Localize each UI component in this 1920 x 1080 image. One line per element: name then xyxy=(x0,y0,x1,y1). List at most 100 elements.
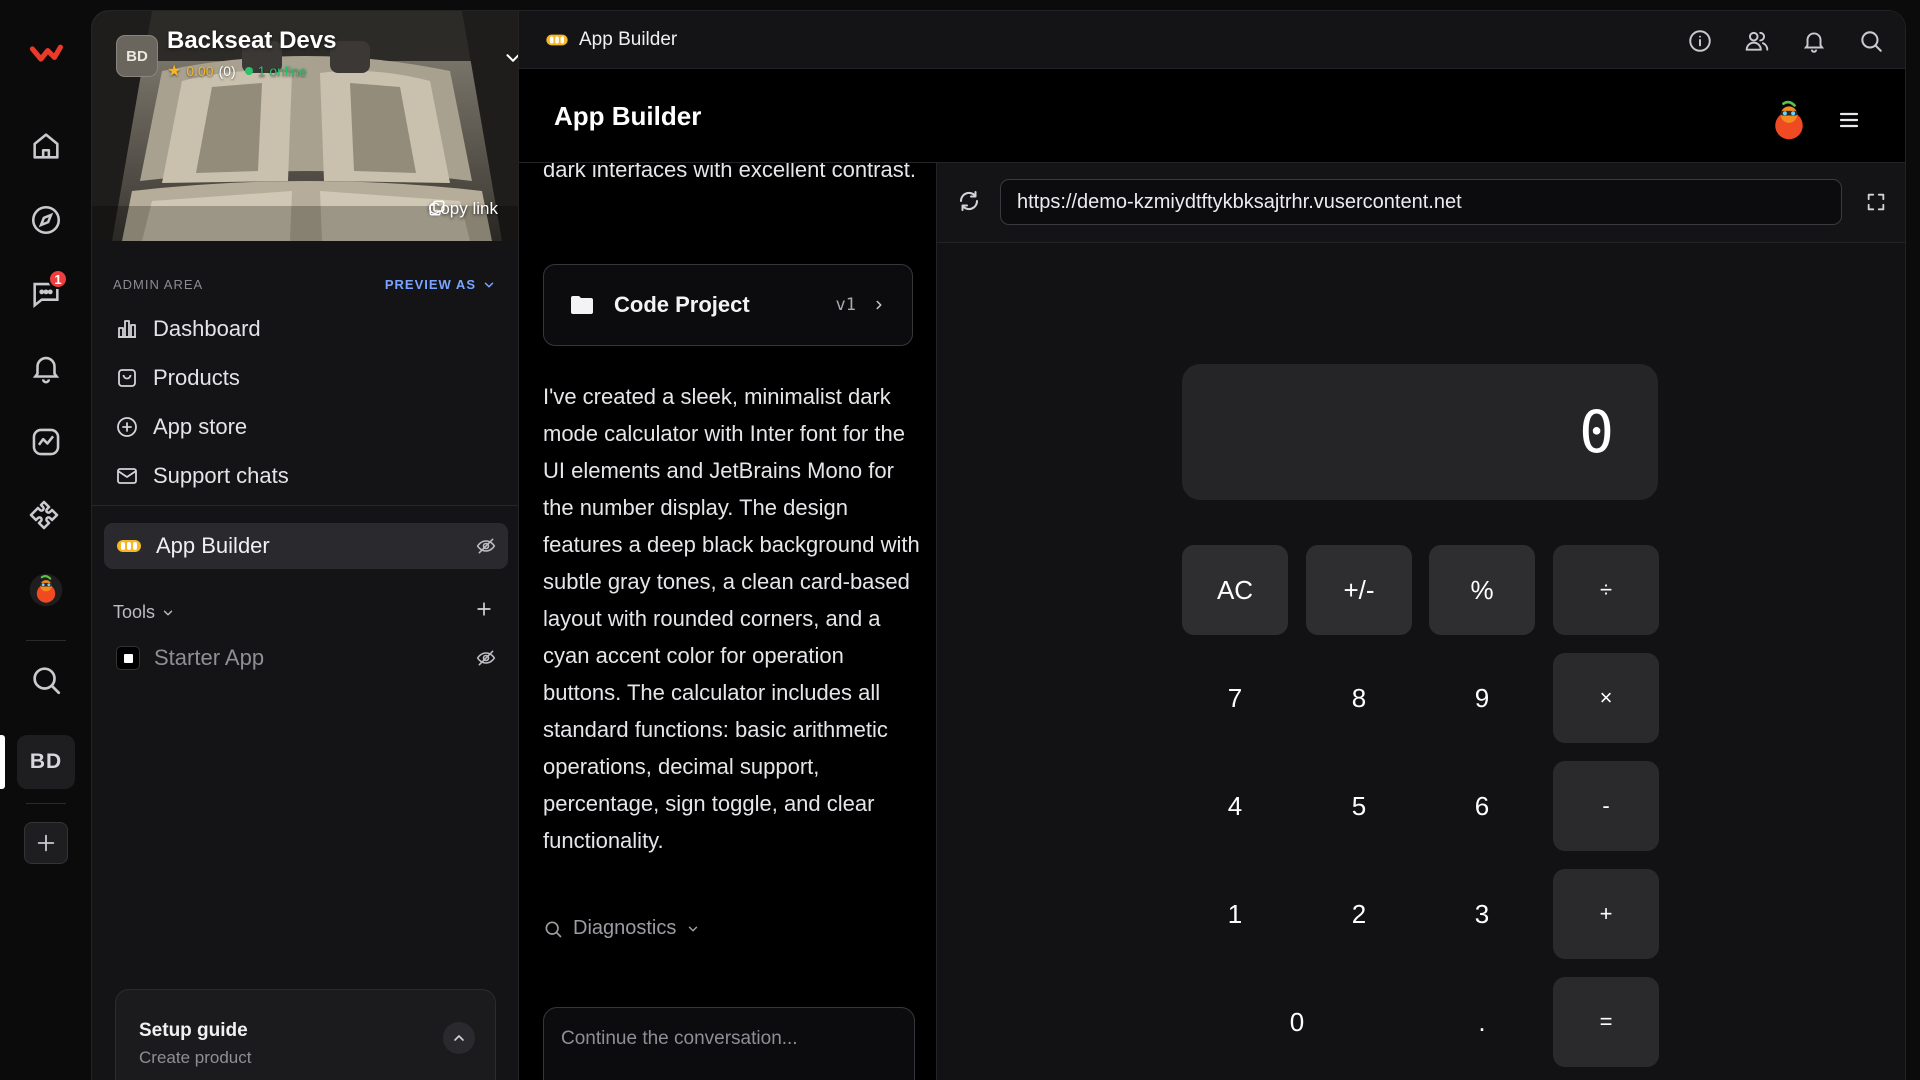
diagnostics-label: Diagnostics xyxy=(573,917,677,939)
mail-icon xyxy=(117,468,137,484)
section-divider xyxy=(92,505,518,506)
avatar-icon xyxy=(29,573,63,607)
tools-section-toggle[interactable]: Tools xyxy=(113,602,175,623)
chevron-right-icon xyxy=(876,300,882,310)
calc-key-percent[interactable]: % xyxy=(1429,545,1535,635)
search-rail-button[interactable] xyxy=(22,656,70,704)
chart-bar-icon xyxy=(118,320,136,338)
calc-key-4[interactable]: 4 xyxy=(1182,761,1288,851)
workspace-panel: BD Backseat Devs ★ 0.00 (0) 1 online Cop… xyxy=(91,10,519,1080)
nav-label: App store xyxy=(153,414,248,439)
notifications-rail-button[interactable] xyxy=(22,344,70,392)
discover-button[interactable] xyxy=(22,196,70,244)
setup-guide-title: Setup guide xyxy=(139,1020,248,1041)
nav-dashboard[interactable]: Dashboard xyxy=(112,307,500,351)
calc-key-equals[interactable]: = xyxy=(1553,977,1659,1067)
main-area: App Builder App Builder dark interfaces … xyxy=(519,10,1906,1080)
chevron-down-icon xyxy=(484,281,494,288)
search-icon xyxy=(545,921,562,937)
copy-link-button[interactable]: Copy link xyxy=(428,199,498,219)
calc-key-plus[interactable]: + xyxy=(1553,869,1659,959)
users-icon[interactable] xyxy=(1744,28,1770,54)
chat-panel: dark interfaces with excellent contrast.… xyxy=(519,163,937,1080)
code-project-card[interactable]: Code Project v1 xyxy=(543,264,913,346)
hamburger-menu-icon[interactable] xyxy=(1839,111,1859,129)
calc-key-5[interactable]: 5 xyxy=(1306,761,1412,851)
admin-area-label: ADMIN AREA xyxy=(113,277,204,292)
preview-as-dropdown[interactable]: PREVIEW AS xyxy=(385,277,496,292)
tools-label: Tools xyxy=(113,602,156,622)
brand-logo[interactable] xyxy=(22,30,70,78)
calc-key-decimal[interactable]: . xyxy=(1429,977,1535,1067)
home-button[interactable] xyxy=(22,122,70,170)
calc-key-2[interactable]: 2 xyxy=(1306,869,1412,959)
plus-icon xyxy=(37,834,55,852)
chat-input[interactable] xyxy=(561,1028,891,1050)
preview-url-field[interactable]: https://demo-kzmiydtftykbksajtrhr.vuserc… xyxy=(1000,179,1842,225)
calc-key-0[interactable]: 0 xyxy=(1182,977,1412,1067)
rail-divider xyxy=(26,803,66,804)
diagnostics-toggle[interactable]: Diagnostics xyxy=(543,917,700,940)
page-title: App Builder xyxy=(554,101,702,131)
calc-key-divide[interactable]: ÷ xyxy=(1553,545,1659,635)
nav-label: Support chats xyxy=(153,463,289,488)
analytics-button[interactable] xyxy=(22,418,70,466)
refresh-icon[interactable] xyxy=(957,189,981,213)
sidebar-item-starter-app[interactable]: Starter App xyxy=(104,635,508,681)
calc-key-1[interactable]: 1 xyxy=(1182,869,1288,959)
app-builder-logo-icon xyxy=(117,540,141,552)
app-header: App Builder xyxy=(519,69,1905,163)
messages-button[interactable]: 1 xyxy=(22,269,70,318)
sidebar-item-app-builder[interactable]: App Builder xyxy=(104,523,508,569)
workspace-name[interactable]: Backseat Devs xyxy=(167,27,336,55)
workspace-switcher-bd[interactable]: BD xyxy=(17,735,75,789)
info-icon[interactable] xyxy=(1687,28,1713,54)
calc-key-multiply[interactable]: × xyxy=(1553,653,1659,743)
compass-icon xyxy=(31,205,61,235)
calc-key-9[interactable]: 9 xyxy=(1429,653,1535,743)
workspace-meta: ★ 0.00 (0) 1 online xyxy=(167,61,307,81)
preview-as-label: PREVIEW AS xyxy=(384,277,476,292)
setup-guide-subtitle: Create product xyxy=(139,1048,252,1067)
profile-avatar-button[interactable] xyxy=(22,566,70,614)
nav-products[interactable]: Products xyxy=(112,356,500,400)
bell-icon[interactable] xyxy=(1801,28,1827,54)
calc-key-sign[interactable]: +/- xyxy=(1306,545,1412,635)
eye-off-icon[interactable] xyxy=(476,536,496,556)
analytics-icon xyxy=(32,428,60,456)
fullscreen-icon[interactable] xyxy=(1865,191,1887,213)
nav-app-store[interactable]: App store xyxy=(112,405,500,449)
nav-support-chats[interactable]: Support chats xyxy=(112,454,500,498)
calc-key-6[interactable]: 6 xyxy=(1429,761,1535,851)
search-icon[interactable] xyxy=(1858,28,1884,54)
calc-key-minus[interactable]: - xyxy=(1553,761,1659,851)
setup-guide-card[interactable]: Setup guide Create product xyxy=(115,989,496,1080)
app-owner-avatar-icon[interactable] xyxy=(1767,99,1811,143)
home-icon xyxy=(33,133,59,159)
tools-rail-button[interactable] xyxy=(22,492,70,540)
add-tool-button[interactable] xyxy=(474,599,494,619)
preview-url-bar: https://demo-kzmiydtftykbksajtrhr.vuserc… xyxy=(937,163,1905,243)
rail-divider xyxy=(26,640,66,641)
calc-key-7[interactable]: 7 xyxy=(1182,653,1288,743)
eye-off-icon[interactable] xyxy=(476,648,496,668)
bell-icon xyxy=(32,356,60,384)
active-indicator xyxy=(0,735,5,789)
calc-key-ac[interactable]: AC xyxy=(1182,545,1288,635)
puzzle-icon xyxy=(29,500,59,530)
workspace-rating-count: (0) xyxy=(218,63,236,79)
search-icon xyxy=(33,667,61,695)
sidebar-item-label: App Builder xyxy=(156,533,270,558)
chat-composer[interactable] xyxy=(543,1007,915,1080)
setup-guide-collapse-button[interactable] xyxy=(443,1022,475,1054)
calc-key-8[interactable]: 8 xyxy=(1306,653,1412,743)
calc-key-3[interactable]: 3 xyxy=(1429,869,1535,959)
workspace-avatar[interactable]: BD xyxy=(116,35,158,77)
add-workspace-button[interactable] xyxy=(24,822,68,864)
app-builder-logo-icon xyxy=(546,34,568,46)
sidebar-item-label: Starter App xyxy=(154,645,265,670)
online-count: 1 online xyxy=(257,63,307,79)
unread-badge: 1 xyxy=(48,269,68,289)
nav-label: Products xyxy=(153,365,240,390)
assistant-message: I've created a sleek, minimalist dark mo… xyxy=(543,384,920,853)
